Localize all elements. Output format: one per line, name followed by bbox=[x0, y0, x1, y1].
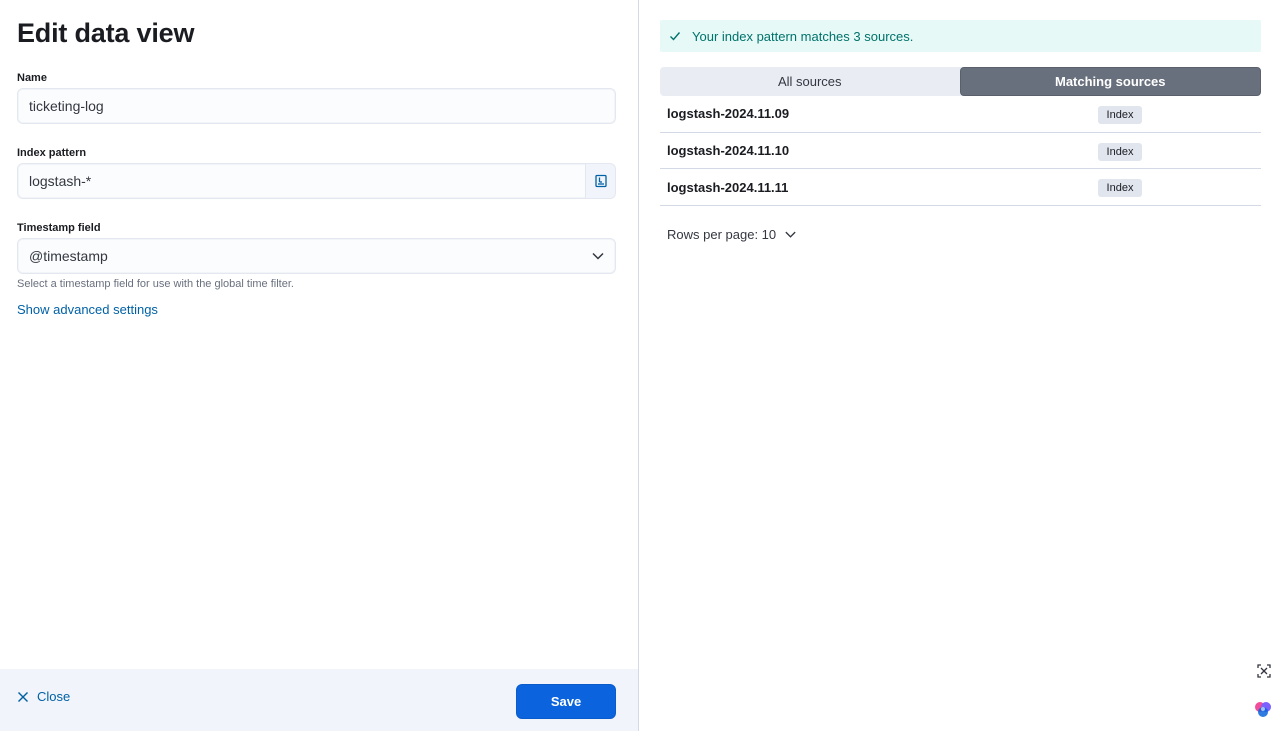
tab-all-sources[interactable]: All sources bbox=[660, 67, 960, 96]
match-callout-text: Your index pattern matches 3 sources. bbox=[692, 28, 914, 44]
type-badge: Index bbox=[1098, 179, 1142, 198]
chevron-down-icon bbox=[785, 231, 796, 238]
match-callout: Your index pattern matches 3 sources. bbox=[660, 20, 1261, 52]
type-badge: Index bbox=[1098, 142, 1142, 161]
source-name: logstash-2024.11.09 bbox=[667, 106, 790, 122]
source-table: logstash-2024.11.09 Index logstash-2024.… bbox=[660, 96, 1261, 207]
show-advanced-settings-link[interactable]: Show advanced settings bbox=[17, 302, 158, 317]
index-browser-button[interactable] bbox=[585, 164, 615, 198]
table-row: logstash-2024.11.10 Index bbox=[660, 133, 1261, 170]
page-title: Edit data view bbox=[17, 18, 195, 48]
table-row: logstash-2024.11.11 Index bbox=[660, 169, 1261, 207]
ai-assistant-icon[interactable] bbox=[1252, 698, 1274, 720]
panel-divider bbox=[638, 0, 639, 731]
name-input[interactable]: ticketing-log bbox=[17, 88, 616, 124]
timestamp-field-select[interactable]: @timestamp bbox=[17, 238, 616, 274]
index-browser-icon bbox=[594, 174, 607, 188]
focus-icon[interactable] bbox=[1253, 660, 1275, 682]
timestamp-field-value: @timestamp bbox=[29, 248, 108, 264]
chevron-down-icon bbox=[592, 252, 604, 260]
name-input-value: ticketing-log bbox=[29, 98, 104, 114]
index-pattern-input[interactable]: logstash-* bbox=[17, 163, 616, 199]
rows-per-page-button[interactable]: Rows per page: 10 bbox=[667, 227, 797, 242]
table-row: logstash-2024.11.09 Index bbox=[660, 96, 1261, 133]
edit-data-view-panel: Edit data view Name ticketing-log Index … bbox=[0, 0, 638, 731]
close-button[interactable]: Close bbox=[17, 689, 70, 704]
rows-per-page-label: Rows per page: 10 bbox=[667, 227, 777, 242]
timestamp-help-text: Select a timestamp field for use with th… bbox=[17, 278, 294, 290]
flyout-footer: Close Save bbox=[0, 669, 638, 731]
close-icon bbox=[18, 691, 28, 702]
close-label: Close bbox=[37, 689, 71, 704]
timestamp-field-label: Timestamp field bbox=[17, 222, 101, 234]
source-name: logstash-2024.11.11 bbox=[667, 179, 789, 195]
name-label: Name bbox=[17, 72, 47, 84]
save-button[interactable]: Save bbox=[516, 684, 616, 719]
index-pattern-value: logstash-* bbox=[29, 173, 92, 189]
source-name: logstash-2024.11.10 bbox=[667, 143, 790, 159]
check-icon bbox=[670, 32, 681, 41]
source-tabs: All sources Matching sources bbox=[660, 67, 1261, 96]
tab-matching-sources[interactable]: Matching sources bbox=[959, 67, 1261, 96]
index-pattern-label: Index pattern bbox=[17, 147, 87, 159]
type-badge: Index bbox=[1098, 106, 1142, 124]
